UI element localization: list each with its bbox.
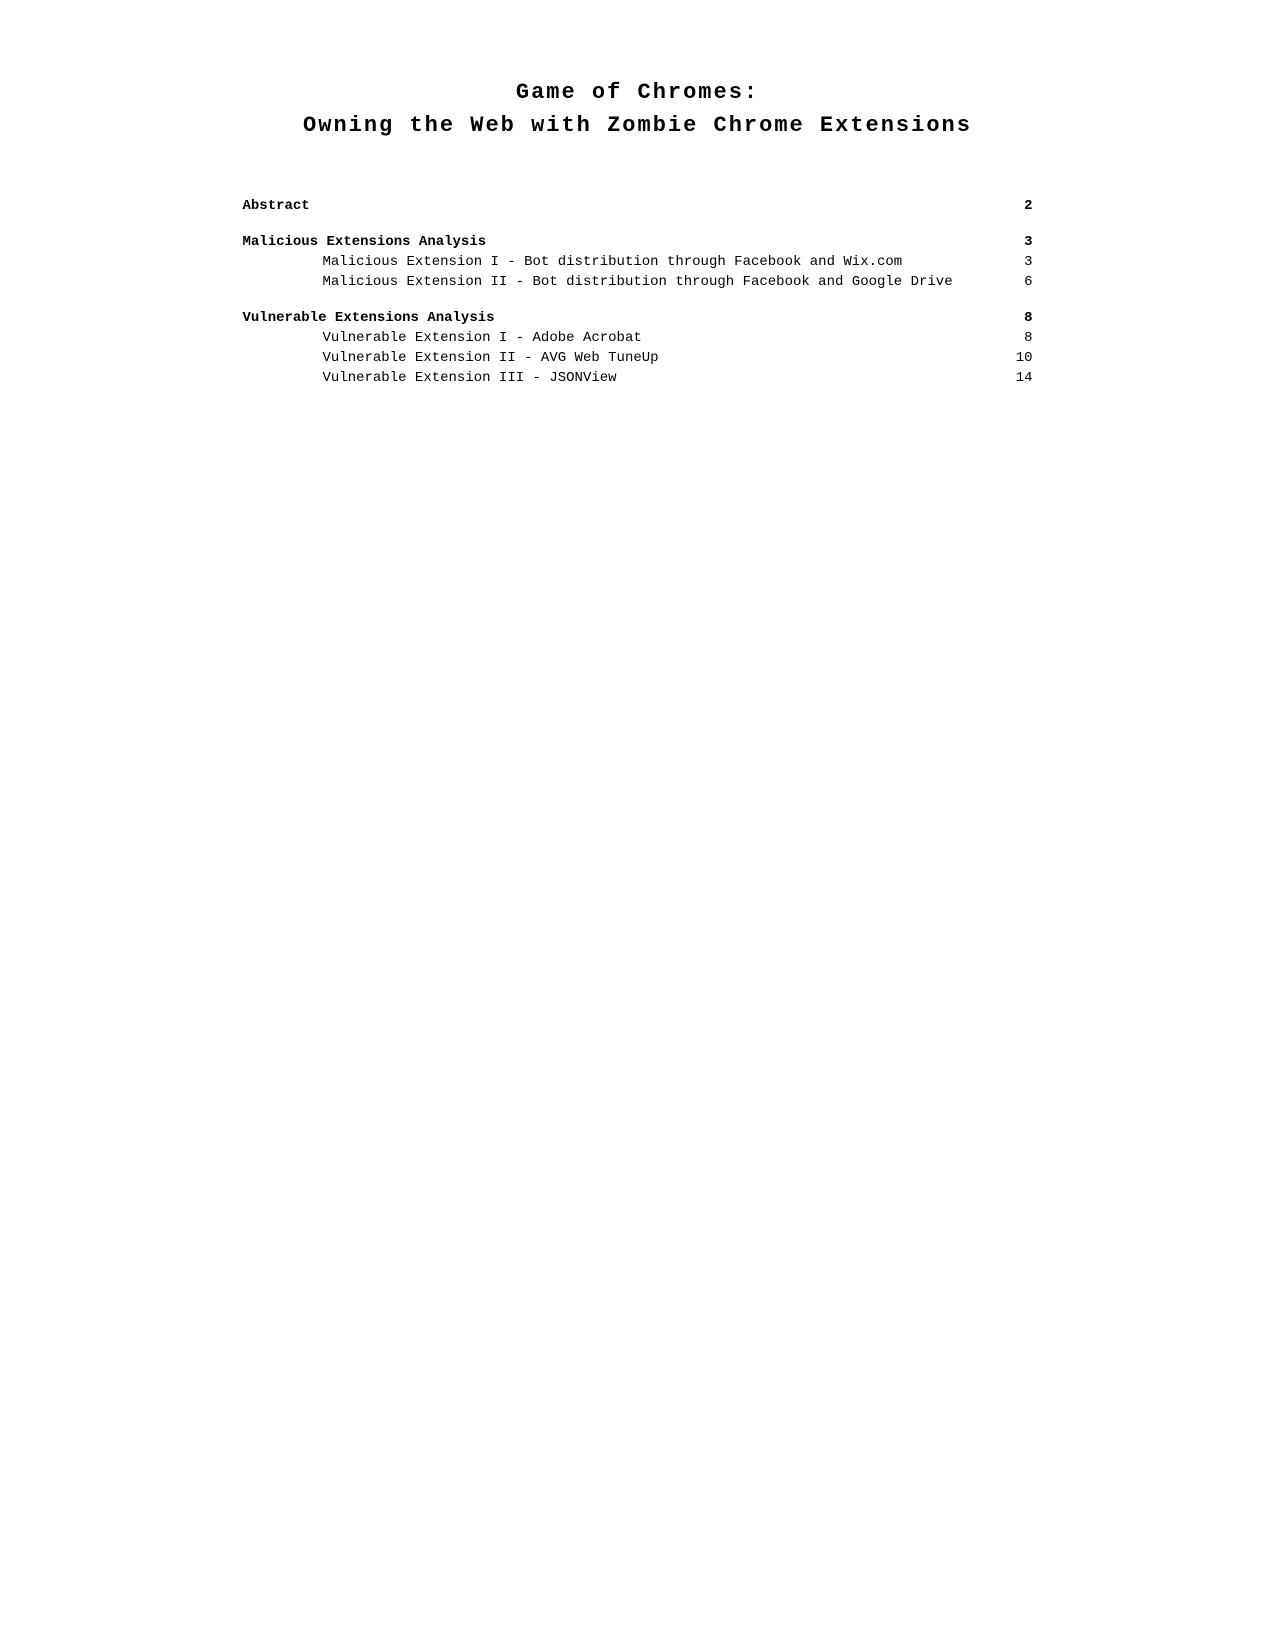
toc-item-row: Malicious Extension II - Bot distributio… (243, 274, 1033, 290)
toc-section: Vulnerable Extensions Analysis8Vulnerabl… (243, 310, 1033, 386)
toc-section-page: 3 (1024, 234, 1032, 250)
toc-item-row: Malicious Extension I - Bot distribution… (243, 254, 1033, 270)
toc-item-page: 3 (1024, 254, 1032, 270)
toc-item-row: Vulnerable Extension III - JSONView 14 (243, 370, 1033, 386)
toc-section-label: Vulnerable Extensions Analysis (243, 310, 495, 326)
toc-item-page: 6 (1024, 274, 1032, 290)
toc-item-label: Vulnerable Extension II - AVG Web TuneUp (323, 350, 659, 366)
toc-section-page: 8 (1024, 310, 1032, 326)
toc-section-page: 2 (1024, 198, 1032, 214)
toc-section-label: Abstract (243, 198, 310, 214)
toc-header-row: Vulnerable Extensions Analysis 8 (243, 310, 1033, 326)
toc-item-label: Vulnerable Extension III - JSONView (323, 370, 617, 386)
title-block: Game of Chromes: Owning the Web with Zom… (243, 80, 1033, 138)
title-sub: Owning the Web with Zombie Chrome Extens… (243, 113, 1033, 138)
table-of-contents: Abstract2Malicious Extensions Analysis3M… (243, 198, 1033, 386)
toc-item-label: Malicious Extension II - Bot distributio… (323, 274, 953, 290)
toc-section: Abstract 2 (243, 198, 1033, 214)
toc-item-label: Vulnerable Extension I - Adobe Acrobat (323, 330, 642, 346)
title-main: Game of Chromes: (243, 80, 1033, 105)
toc-header-row: Malicious Extensions Analysis 3 (243, 234, 1033, 250)
toc-item-label: Malicious Extension I - Bot distribution… (323, 254, 903, 270)
toc-section-label: Malicious Extensions Analysis (243, 234, 487, 250)
toc-item-row: Vulnerable Extension I - Adobe Acrobat 8 (243, 330, 1033, 346)
toc-item-page: 10 (1016, 350, 1033, 366)
toc-item-page: 14 (1016, 370, 1033, 386)
toc-item-row: Vulnerable Extension II - AVG Web TuneUp… (243, 350, 1033, 366)
toc-header-row: Abstract 2 (243, 198, 1033, 214)
toc-section: Malicious Extensions Analysis3Malicious … (243, 234, 1033, 290)
page: Game of Chromes: Owning the Web with Zom… (163, 0, 1113, 1650)
toc-item-page: 8 (1024, 330, 1032, 346)
